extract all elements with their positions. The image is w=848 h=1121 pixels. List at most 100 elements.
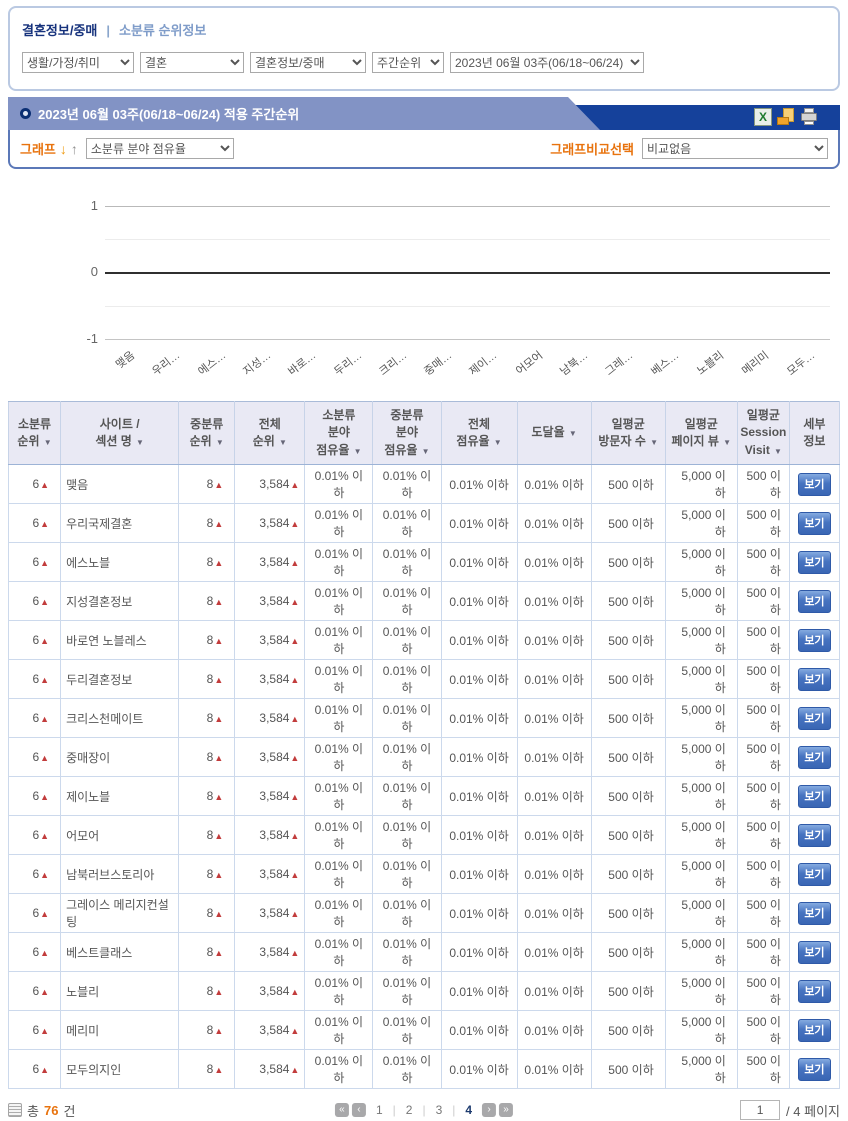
page-input[interactable] <box>740 1100 781 1121</box>
detail-view-button[interactable]: 보기 <box>798 940 831 964</box>
cell-share-total: 0.01% 이하 <box>440 542 518 583</box>
cell-name: 맺음 <box>60 464 180 505</box>
sort-down-arrow-icon[interactable]: ↓ <box>60 141 67 157</box>
cell-rank: 6▲ <box>7 932 62 973</box>
graph-label: 그래프 <box>20 142 56 157</box>
sort-desc-icon[interactable]: ▼ <box>214 438 224 447</box>
detail-view-button[interactable]: 보기 <box>798 979 831 1003</box>
first-page-button[interactable]: « <box>334 1103 349 1118</box>
cell-rank: 6▲ <box>7 1049 62 1090</box>
sort-desc-icon[interactable]: ▼ <box>277 438 287 447</box>
cell-share-small: 0.01% 이하 <box>304 581 374 622</box>
panel-title-tab: 2023년 06월 03주(06/18~06/24) 적용 주간순위 <box>8 97 600 130</box>
sort-desc-icon[interactable]: ▼ <box>567 429 577 438</box>
cell-reach: 0.01% 이하 <box>516 776 592 817</box>
cell-mid-rank: 8▲ <box>178 932 236 973</box>
cell-share-mid: 0.01% 이하 <box>372 620 442 661</box>
excel-export-icon[interactable]: X <box>754 108 772 126</box>
cell-mid-rank: 8▲ <box>178 1049 236 1090</box>
bullet-icon <box>20 108 31 119</box>
graph-compare-select[interactable]: 비교없음 <box>642 138 828 159</box>
save-send-icon[interactable] <box>777 108 795 126</box>
sort-desc-icon[interactable]: ▼ <box>351 447 362 456</box>
cell-pageviews: 5,000 이하 <box>664 503 738 544</box>
sort-desc-icon[interactable]: ▼ <box>419 447 430 456</box>
table-row: 6▲ 우리국제결혼 8▲ 3,584▲ 0.01% 이하 0.01% 이하 0.01% 이하… <box>7 503 841 544</box>
cell-visitors: 500 이하 <box>590 776 666 817</box>
sort-desc-icon[interactable]: ▼ <box>134 438 144 447</box>
cell-share-small: 0.01% 이하 <box>304 893 374 934</box>
sort-desc-icon[interactable]: ▼ <box>492 438 502 447</box>
last-page-button[interactable]: » <box>499 1103 514 1118</box>
cell-session: 500 이하 <box>736 503 790 544</box>
category-small-select[interactable]: 결혼정보/중매 <box>250 52 366 73</box>
detail-view-button[interactable]: 보기 <box>798 823 831 847</box>
category-mid-select[interactable]: 결혼 <box>140 52 244 73</box>
page-total: / 4 페이지 <box>786 1103 840 1119</box>
column-header-label: 세부 정보 <box>803 416 826 449</box>
rank-up-icon: ▲ <box>290 948 300 959</box>
detail-view-button[interactable]: 보기 <box>798 589 831 613</box>
page-separator: | <box>392 1103 396 1118</box>
detail-view-button[interactable]: 보기 <box>798 1057 831 1081</box>
cell-pageviews: 5,000 이하 <box>664 971 738 1012</box>
cell-pageviews: 5,000 이하 <box>664 464 738 505</box>
cell-reach: 0.01% 이하 <box>516 932 592 973</box>
rank-up-icon: ▲ <box>214 870 224 881</box>
cell-visitors: 500 이하 <box>590 620 666 661</box>
sort-desc-icon[interactable]: ▼ <box>42 438 52 447</box>
filter-row: 생활/가정/취미 결혼 결혼정보/중매 주간순위 2023년 06월 03주(0… <box>22 52 826 73</box>
page-number[interactable]: 1 <box>369 1103 390 1117</box>
cell-visitors: 500 이하 <box>590 542 666 583</box>
cell-share-total: 0.01% 이하 <box>440 659 518 700</box>
cell-mid-rank: 8▲ <box>178 659 236 700</box>
prev-page-button[interactable]: ‹ <box>351 1103 366 1118</box>
cell-total-rank: 3,584▲ <box>234 581 306 622</box>
detail-view-button[interactable]: 보기 <box>798 1018 831 1042</box>
column-header-label: 도달율 <box>531 425 565 440</box>
detail-view-button[interactable]: 보기 <box>798 628 831 652</box>
cell-share-total: 0.01% 이하 <box>440 503 518 544</box>
next-page-button[interactable]: › <box>482 1103 497 1118</box>
cell-share-small: 0.01% 이하 <box>304 854 374 895</box>
cell-pageviews: 5,000 이하 <box>664 815 738 856</box>
sort-desc-icon[interactable]: ▼ <box>721 438 731 447</box>
cell-share-mid: 0.01% 이하 <box>372 971 442 1012</box>
rank-up-icon: ▲ <box>40 753 50 764</box>
cell-visitors: 500 이하 <box>590 659 666 700</box>
cell-reach: 0.01% 이하 <box>516 1010 592 1051</box>
cell-share-total: 0.01% 이하 <box>440 581 518 622</box>
graph-metric-select[interactable]: 소분류 분야 점유율 <box>85 138 234 159</box>
period-type-select[interactable]: 주간순위 <box>372 52 444 73</box>
detail-view-button[interactable]: 보기 <box>798 472 831 496</box>
detail-view-button[interactable]: 보기 <box>798 862 831 886</box>
cell-detail: 보기 <box>788 1010 841 1051</box>
sort-desc-icon[interactable]: ▼ <box>772 447 782 456</box>
detail-view-button[interactable]: 보기 <box>798 667 831 691</box>
rank-up-icon: ▲ <box>290 792 300 803</box>
detail-view-button[interactable]: 보기 <box>798 901 831 925</box>
rank-up-icon: ▲ <box>290 1026 300 1037</box>
detail-view-button[interactable]: 보기 <box>798 784 831 808</box>
page-number[interactable]: 3 <box>429 1103 450 1117</box>
detail-view-button[interactable]: 보기 <box>798 550 831 574</box>
detail-view-button[interactable]: 보기 <box>798 511 831 535</box>
sort-desc-icon[interactable]: ▼ <box>648 438 658 447</box>
table-row: 6▲ 지성결혼정보 8▲ 3,584▲ 0.01% 이하 0.01% 이하 0.01% 이하… <box>7 581 841 622</box>
share-chart: 1 0 -1 맺음 우리… 에스… 지성… 바로… 두리… 크리… 중매… 제이… 어모어 남북… 그… <box>8 175 840 397</box>
cell-name: 메리미 <box>60 1010 180 1051</box>
page-number[interactable]: 2 <box>399 1103 420 1117</box>
detail-view-button[interactable]: 보기 <box>798 706 831 730</box>
print-icon[interactable] <box>800 108 818 126</box>
page-number[interactable]: 4 <box>458 1103 479 1117</box>
category-group-select[interactable]: 생활/가정/취미 <box>22 52 134 73</box>
rank-up-icon: ▲ <box>214 597 224 608</box>
cell-detail: 보기 <box>788 815 841 856</box>
period-select[interactable]: 2023년 06월 03주(06/18~06/24) <box>450 52 644 73</box>
cell-share-total: 0.01% 이하 <box>440 1010 518 1051</box>
cell-name: 중매장이 <box>60 737 180 778</box>
cell-reach: 0.01% 이하 <box>516 737 592 778</box>
sort-up-arrow-icon[interactable]: ↑ <box>71 141 78 157</box>
detail-view-button[interactable]: 보기 <box>798 745 831 769</box>
cell-share-mid: 0.01% 이하 <box>372 698 442 739</box>
